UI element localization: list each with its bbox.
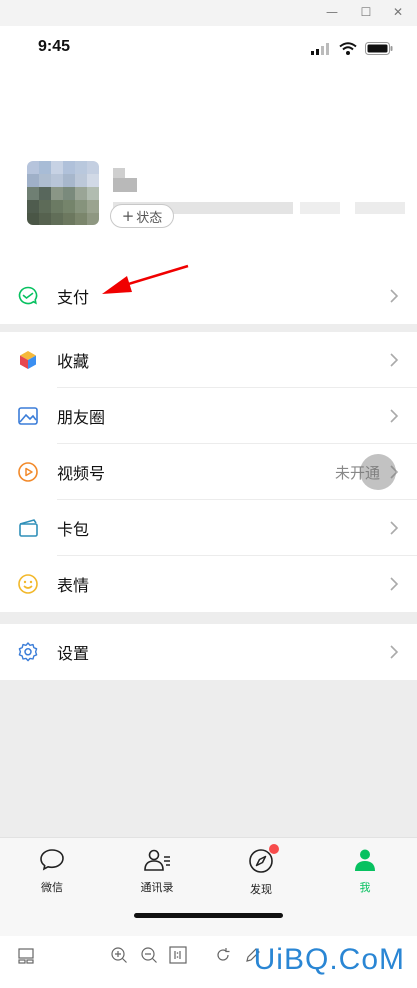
chevron-right-icon — [390, 521, 399, 535]
menu-item-favorites[interactable]: 收藏 — [0, 332, 417, 388]
menu-item-settings[interactable]: 设置 — [0, 624, 417, 680]
tab-label: 通讯录 — [140, 881, 174, 894]
gear-icon — [18, 642, 38, 662]
tab-contacts[interactable]: 通讯录 — [122, 848, 192, 895]
notification-dot — [269, 844, 279, 854]
tab-chats[interactable]: 微信 — [17, 848, 87, 895]
menu-item-stickers[interactable]: 表情 — [0, 556, 417, 612]
chevron-right-icon — [390, 353, 399, 367]
chevron-right-icon — [390, 409, 399, 423]
status-bar: 9:45 — [0, 26, 417, 72]
tab-discover[interactable]: 发现 — [226, 844, 296, 897]
profile-header[interactable]: + 状态 — [0, 72, 417, 285]
image-icon — [18, 407, 38, 425]
services-section: 收藏 朋友圈 视频号 未开通 卡包 表情 — [0, 332, 417, 612]
avatar[interactable] — [27, 161, 99, 225]
wxid-redacted — [355, 202, 405, 214]
cube-icon — [20, 351, 36, 369]
menu-item-cards[interactable]: 卡包 — [0, 500, 417, 556]
name-redacted — [113, 168, 125, 178]
tab-label: 我 — [359, 881, 371, 894]
menu-item-pay[interactable]: 支付 — [0, 268, 417, 324]
touch-indicator — [360, 454, 396, 490]
smile-icon — [18, 574, 38, 594]
wxid-redacted — [300, 202, 340, 214]
tab-label: 发现 — [250, 883, 272, 896]
wifi-icon — [339, 42, 357, 55]
tab-label: 微信 — [41, 881, 63, 894]
menu-item-channels[interactable]: 视频号 未开通 — [0, 444, 417, 500]
chevron-right-icon — [390, 645, 399, 659]
zoom-out-icon[interactable] — [140, 946, 158, 964]
menu-item-label: 视频号 — [57, 464, 106, 483]
add-status-button[interactable]: + 状态 — [110, 204, 174, 228]
actual-size-icon[interactable] — [169, 946, 187, 964]
menu-item-moments[interactable]: 朋友圈 — [0, 388, 417, 444]
close-button[interactable]: ✕ — [390, 4, 406, 20]
tab-me[interactable]: 我 — [330, 848, 400, 895]
tab-bar: 微信 通讯录 发现 我 — [0, 837, 417, 936]
settings-section: 设置 — [0, 624, 417, 680]
add-status-label: 状态 — [136, 210, 163, 226]
menu-item-label: 收藏 — [57, 352, 90, 371]
pay-icon — [18, 286, 38, 305]
layout-icon[interactable] — [18, 948, 34, 964]
annotation-arrow-icon — [102, 264, 189, 294]
phone-screen: 9:45 + 状态 支付 收藏 朋友圈 视频号 未开通 卡包 表情 设置 微信 … — [0, 26, 417, 936]
menu-item-label: 表情 — [57, 576, 90, 595]
menu-item-label: 朋友圈 — [57, 408, 106, 427]
chat-bubble-icon — [40, 849, 64, 871]
chevron-right-icon — [390, 289, 399, 303]
cellular-signal-icon — [311, 42, 329, 55]
name-redacted — [113, 178, 137, 192]
window-titlebar: — ☐ ✕ — [0, 0, 417, 26]
menu-item-label: 支付 — [57, 288, 90, 307]
card-icon — [19, 519, 38, 537]
menu-item-label: 设置 — [57, 644, 90, 663]
pay-section: 支付 — [0, 268, 417, 324]
maximize-button[interactable]: ☐ — [358, 4, 374, 20]
zoom-in-icon[interactable] — [110, 946, 128, 964]
plus-icon: + — [121, 206, 135, 225]
minimize-button[interactable]: — — [324, 4, 340, 20]
home-indicator — [134, 913, 283, 918]
rotate-icon[interactable] — [214, 946, 232, 964]
play-icon — [18, 462, 38, 482]
status-time: 9:45 — [38, 38, 71, 55]
person-icon — [355, 849, 375, 871]
contacts-icon — [144, 849, 170, 871]
watermark: UiBQ.CoM — [253, 943, 405, 976]
chevron-right-icon — [390, 577, 399, 591]
menu-item-label: 卡包 — [57, 520, 90, 539]
battery-icon — [365, 42, 393, 55]
